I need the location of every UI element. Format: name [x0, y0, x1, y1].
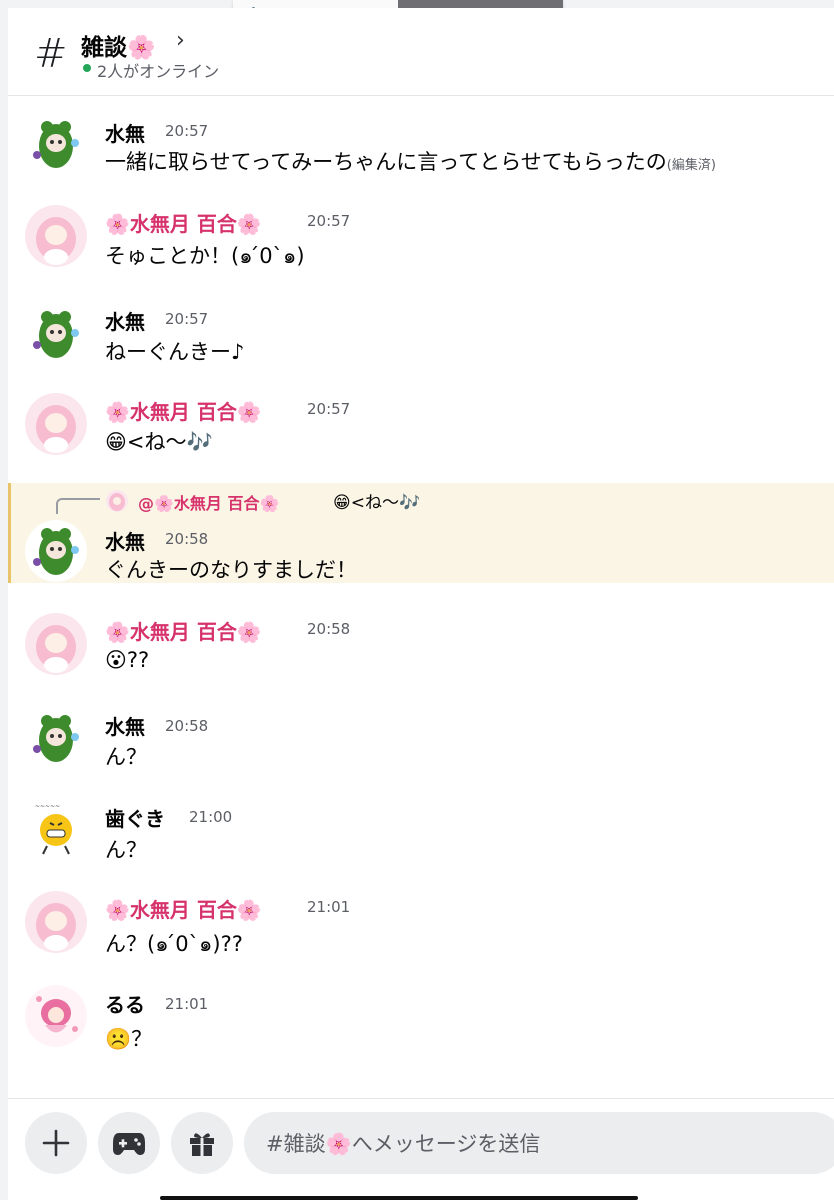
- author-name[interactable]: るる: [105, 989, 145, 1018]
- left-strip: [0, 0, 8, 1200]
- avatar[interactable]: [25, 205, 87, 267]
- author-name[interactable]: 歯ぐき: [105, 803, 165, 832]
- edited-label: (編集済): [666, 158, 716, 173]
- author-name[interactable]: 🌸水無月 百合🌸: [105, 616, 262, 645]
- channel-title[interactable]: 雑談🌸: [81, 28, 156, 62]
- author-name[interactable]: 🌸水無月 百合🌸: [105, 396, 262, 425]
- timestamp: 21:01: [165, 995, 209, 1013]
- author-name[interactable]: 🌸水無月 百合🌸: [105, 894, 262, 923]
- timestamp: 20:57: [307, 212, 351, 230]
- hashtag-icon: #: [34, 31, 68, 77]
- online-count: 2人がオンライン: [97, 62, 220, 81]
- reply-preview[interactable]: 😁<ね〜🎶: [333, 488, 420, 513]
- author-name[interactable]: 水無: [105, 306, 145, 335]
- message-text: 一緒に取らせてってみーちゃんに言ってとらせてもらったの(編集済): [105, 146, 716, 176]
- plus-icon: [42, 1129, 70, 1157]
- timestamp: 21:01: [307, 898, 351, 916]
- svg-text:~~~~~: ~~~~~: [35, 803, 60, 810]
- online-status-dot: [83, 64, 91, 72]
- chevron-right-icon[interactable]: ›: [176, 28, 185, 53]
- timestamp: 21:00: [189, 808, 233, 826]
- message-text: 😁<ね〜🎶: [105, 430, 213, 454]
- timestamp: 20:58: [165, 530, 209, 548]
- timestamp: 20:57: [307, 400, 351, 418]
- message-text: ねーぐんきー♪: [105, 340, 245, 364]
- avatar[interactable]: [25, 985, 87, 1047]
- author-name[interactable]: 水無: [105, 526, 145, 555]
- reply-avatar[interactable]: [106, 490, 128, 512]
- message-input[interactable]: #雑談🌸へメッセージを送信: [244, 1112, 834, 1174]
- message-text: ぐんきーのなりすましだ！: [105, 558, 357, 582]
- avatar[interactable]: [25, 613, 87, 675]
- author-name[interactable]: 水無: [105, 711, 145, 740]
- message-text: ん？(๑ ́0`๑)??: [105, 932, 243, 956]
- message-text: そゅことか！(๑ ́0`๑): [105, 244, 305, 268]
- message-body: 一緒に取らせてってみーちゃんに言ってとらせてもらったの: [105, 150, 667, 174]
- add-attachment-button[interactable]: [25, 1112, 87, 1174]
- reply-author[interactable]: @🌸水無月 百合🌸: [138, 490, 279, 514]
- avatar[interactable]: [25, 303, 87, 365]
- activities-button[interactable]: [98, 1112, 160, 1174]
- home-indicator: [160, 1196, 638, 1200]
- reply-connector: [56, 498, 100, 514]
- timestamp: 20:57: [165, 310, 209, 328]
- message-input-placeholder: #雑談🌸へメッセージを送信: [266, 1132, 541, 1156]
- timestamp: 20:57: [165, 122, 209, 140]
- author-name[interactable]: 🌸水無月 百合🌸: [105, 208, 262, 237]
- message-text: ん？: [105, 838, 147, 862]
- gamepad-icon: [113, 1133, 145, 1155]
- timestamp: 20:58: [307, 620, 351, 638]
- avatar[interactable]: ~~~~~: [25, 798, 87, 860]
- avatar[interactable]: [25, 707, 87, 769]
- channel-header[interactable]: # 雑談🌸 › 2人がオンライン: [8, 8, 834, 96]
- gift-icon: [190, 1133, 214, 1156]
- avatar[interactable]: [25, 393, 87, 455]
- avatar[interactable]: [25, 520, 87, 582]
- avatar[interactable]: [25, 113, 87, 175]
- timestamp: 20:58: [165, 717, 209, 735]
- author-name[interactable]: 水無: [105, 118, 145, 147]
- message-text: ☹️？: [105, 1027, 153, 1051]
- message-text: 😮??: [105, 648, 150, 672]
- message-text: ん？: [105, 745, 147, 769]
- gift-button[interactable]: [171, 1112, 233, 1174]
- avatar[interactable]: [25, 891, 87, 953]
